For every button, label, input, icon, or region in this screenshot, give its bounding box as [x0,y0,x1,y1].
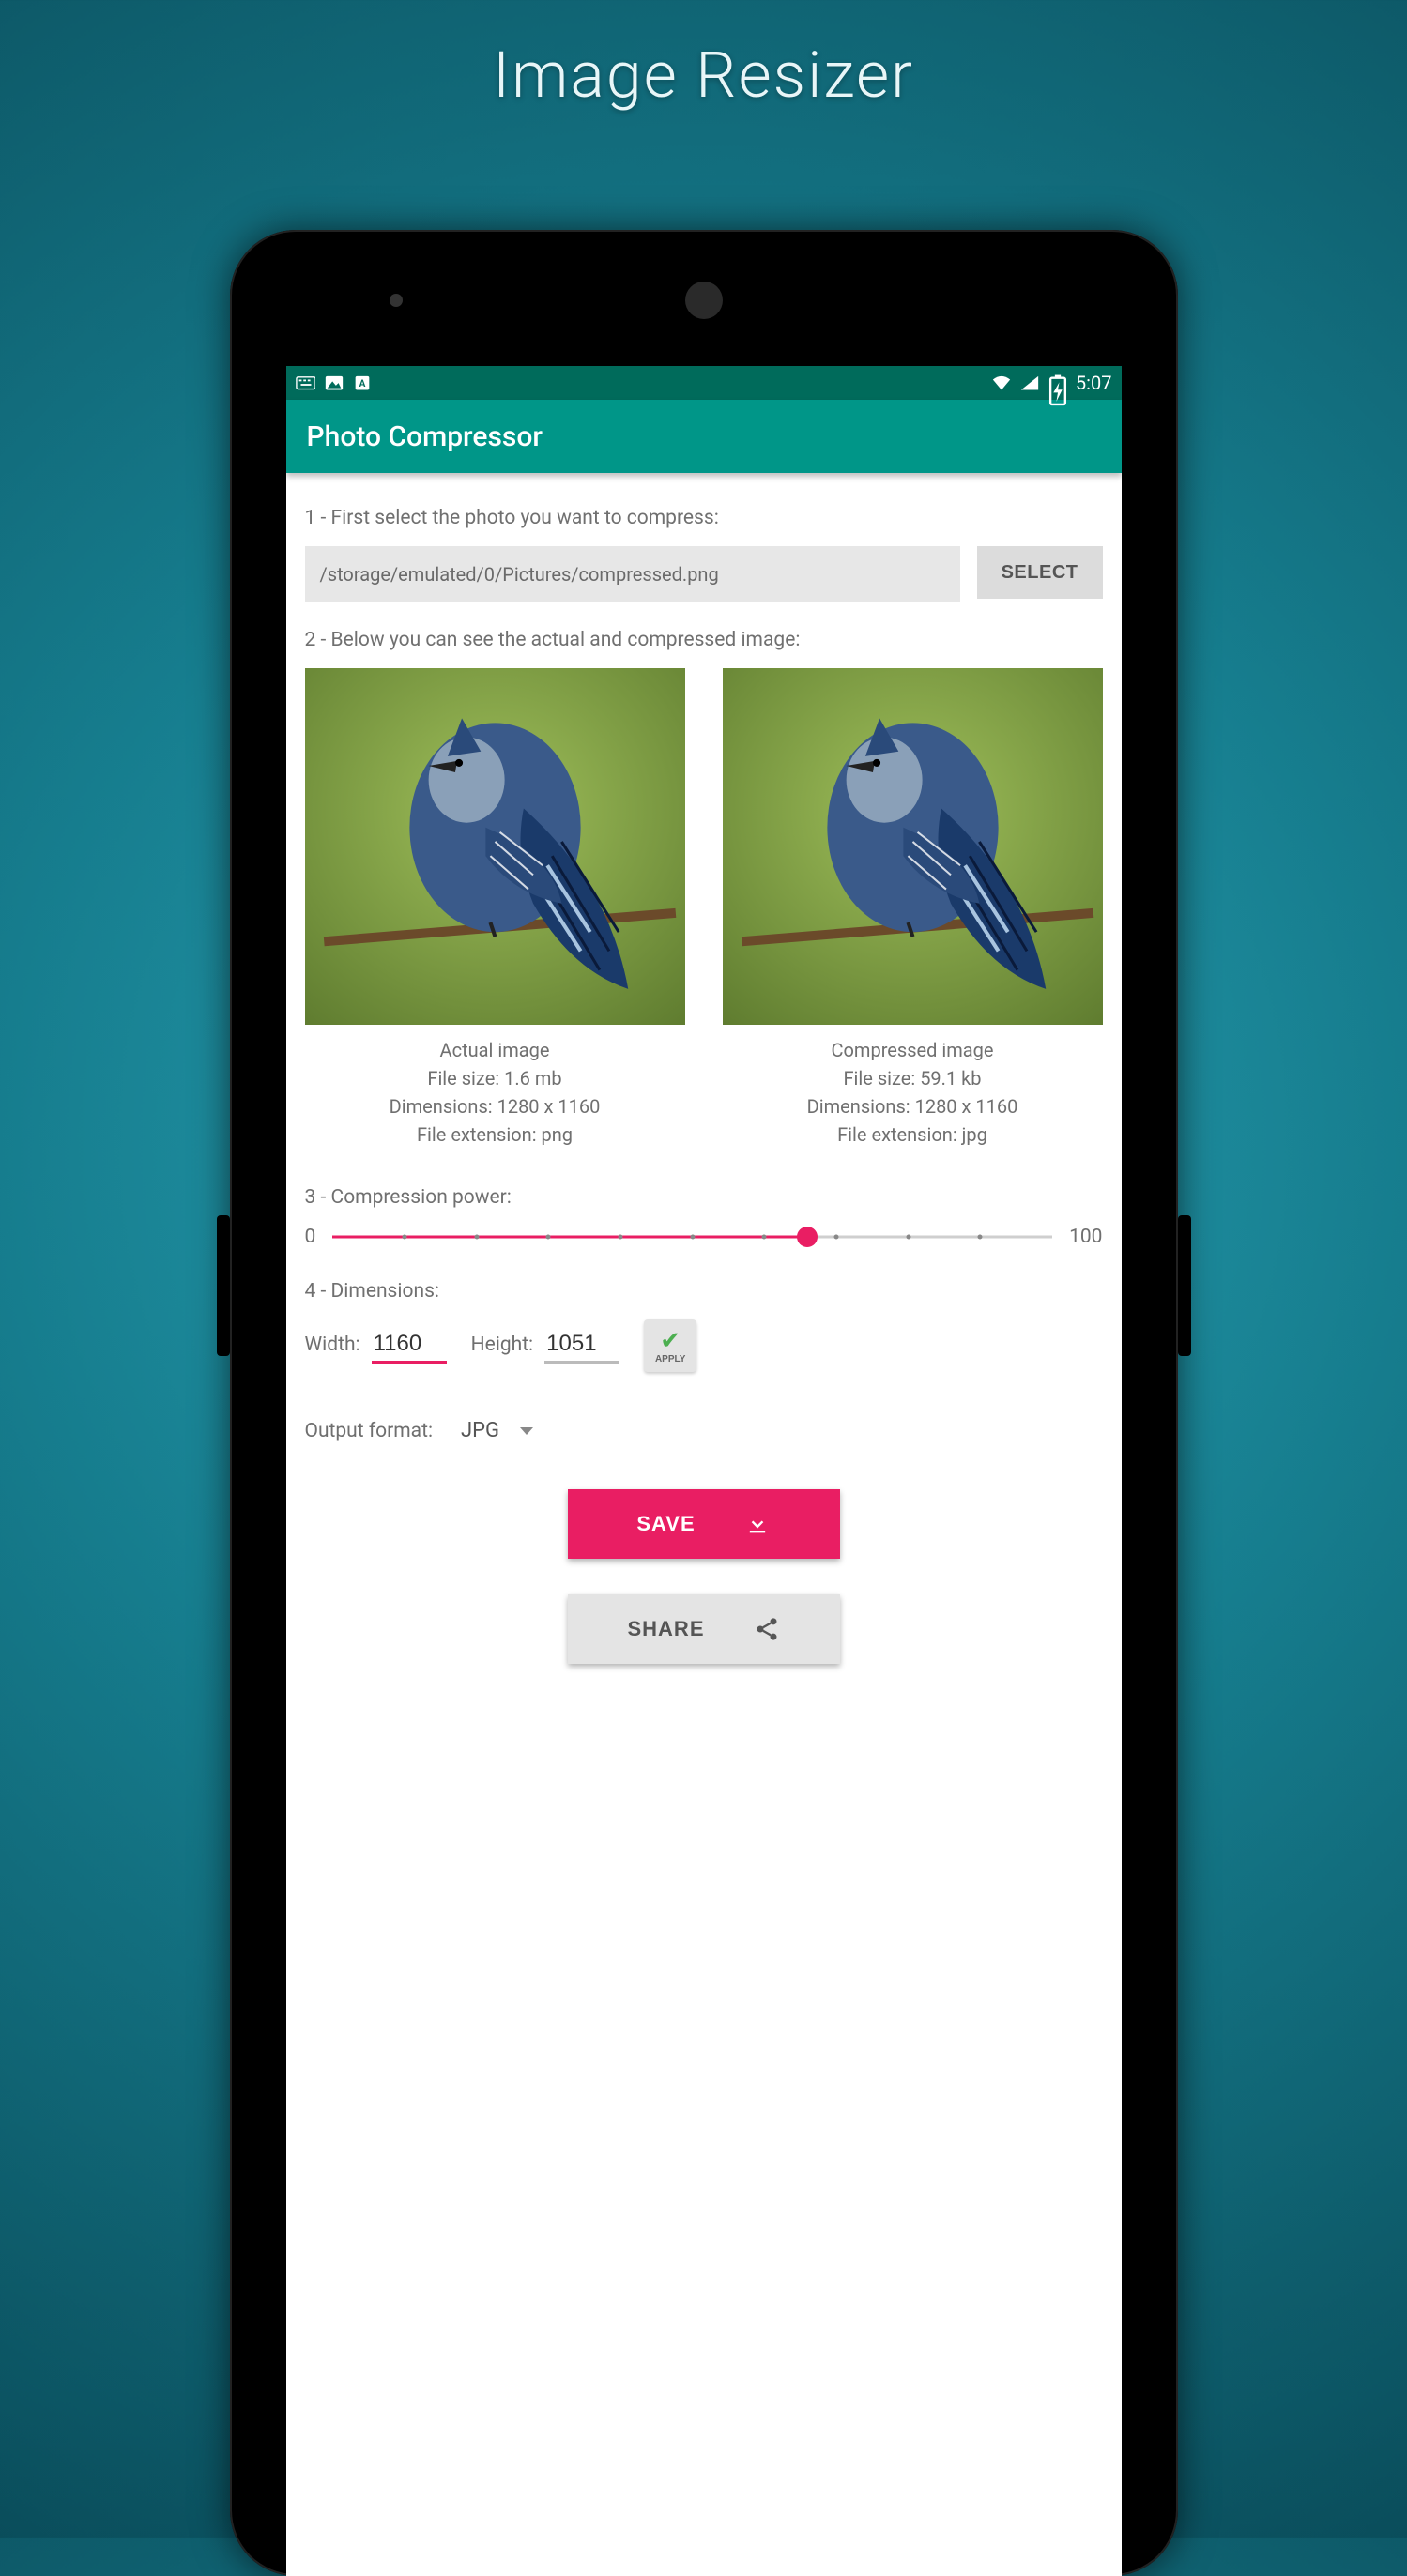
page-title: Image Resizer [0,38,1407,113]
app-bar: Photo Compressor [286,400,1122,473]
check-icon: ✔ [660,1328,681,1352]
apply-label: APPLY [655,1354,685,1364]
apply-button[interactable]: ✔ APPLY [644,1319,696,1372]
compressed-preview: Compressed image File size: 59.1 kb Dime… [723,668,1103,1149]
notification-icon: A [352,373,373,392]
save-button[interactable]: SAVE [568,1489,840,1559]
slider-thumb[interactable] [797,1227,818,1247]
step1-label: 1 - First select the photo you want to c… [305,507,1103,529]
compressed-filesize: File size: 59.1 kb [723,1064,1103,1092]
slider-max-label: 100 [1069,1226,1102,1248]
compressed-extension: File extension: jpg [723,1120,1103,1149]
main-content: 1 - First select the photo you want to c… [286,473,1122,1737]
status-bar: A 5:07 [286,366,1122,400]
step4-label: 4 - Dimensions: [305,1280,1103,1303]
compression-slider[interactable] [332,1226,1052,1248]
actual-dimensions: Dimensions: 1280 x 1160 [305,1092,685,1120]
svg-text:A: A [359,379,365,389]
share-button[interactable]: SHARE [568,1594,840,1664]
device-screen: A 5:07 Photo Compressor 1 - First select [286,366,1122,2576]
share-icon [754,1616,780,1642]
device-speaker [685,282,723,319]
device-camera-dot [390,294,403,307]
file-path-input[interactable]: /storage/emulated/0/Pictures/compressed.… [305,546,960,602]
actual-preview: Actual image File size: 1.6 mb Dimension… [305,668,685,1149]
image-icon [324,373,344,392]
compressed-image-thumbnail [723,668,1103,1025]
battery-icon [1048,373,1068,392]
width-input[interactable] [372,1329,447,1364]
step3-label: 3 - Compression power: [305,1186,1103,1209]
output-format-dropdown[interactable]: JPG [461,1419,533,1442]
share-label: SHARE [627,1617,704,1641]
width-label: Width: [305,1334,360,1356]
compressed-dimensions: Dimensions: 1280 x 1160 [723,1092,1103,1120]
app-bar-title: Photo Compressor [307,420,543,453]
signal-icon [1019,373,1040,392]
download-icon [744,1511,771,1537]
actual-filesize: File size: 1.6 mb [305,1064,685,1092]
chevron-down-icon [520,1427,533,1435]
height-input[interactable] [544,1329,619,1364]
actual-title: Actual image [305,1036,685,1064]
wifi-icon [991,373,1012,392]
compressed-title: Compressed image [723,1036,1103,1064]
actual-extension: File extension: png [305,1120,685,1149]
keyboard-icon [296,373,316,392]
select-button[interactable]: SELECT [977,546,1103,599]
save-label: SAVE [636,1512,695,1536]
device-frame: A 5:07 Photo Compressor 1 - First select [230,230,1178,2576]
slider-min-label: 0 [305,1226,316,1248]
actual-image-thumbnail [305,668,685,1025]
status-time: 5:07 [1076,372,1112,394]
step2-label: 2 - Below you can see the actual and com… [305,629,1103,651]
height-label: Height: [471,1334,534,1356]
output-format-label: Output format: [305,1420,434,1442]
output-format-value: JPG [461,1419,499,1442]
